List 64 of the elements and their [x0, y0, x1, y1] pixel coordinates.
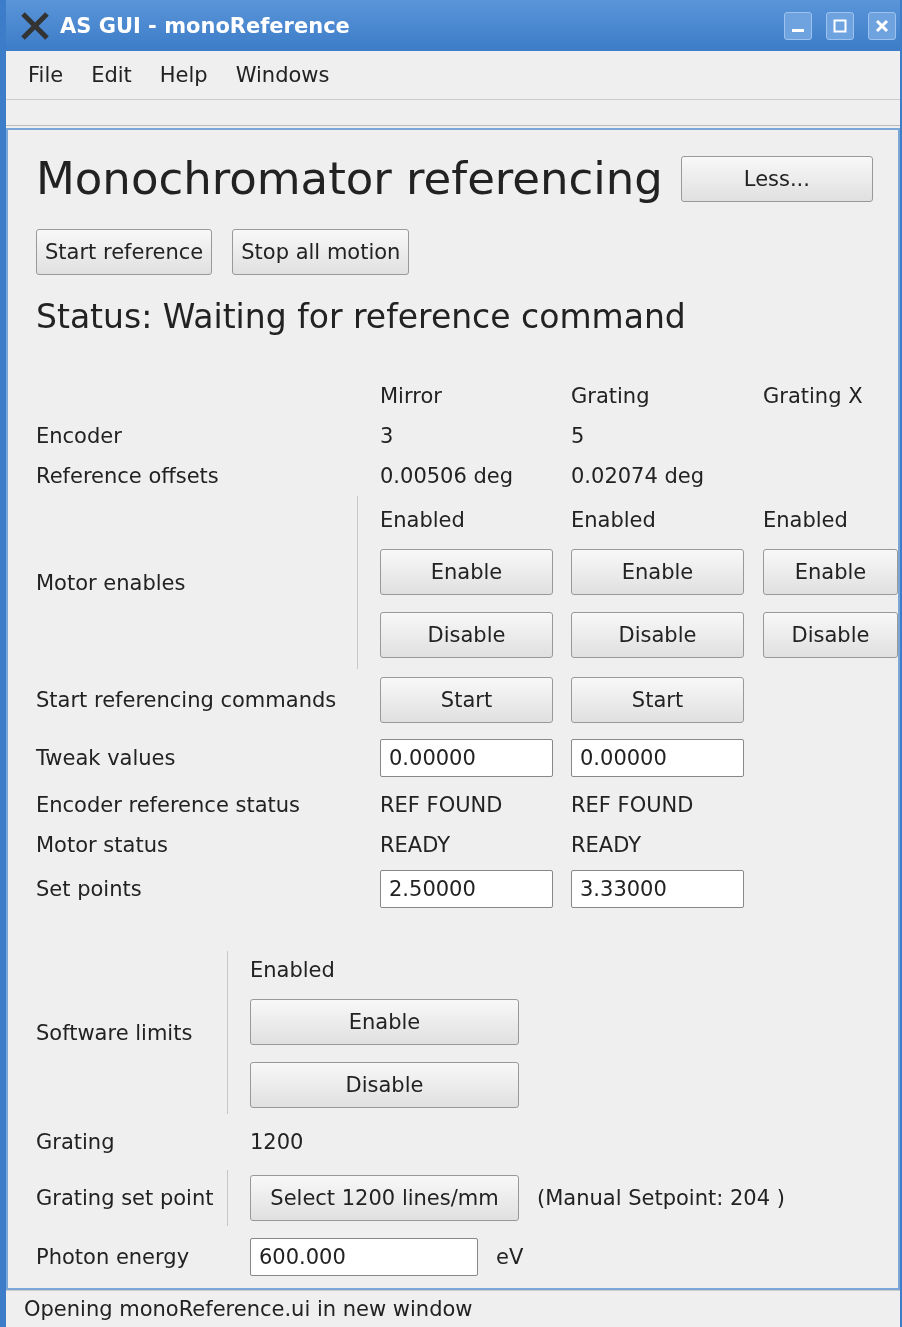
status-bar: Opening monoReference.ui in new window	[6, 1290, 900, 1327]
row-label: Start referencing commands	[36, 688, 337, 712]
value-text: 5	[571, 424, 585, 448]
row-label: Tweak values	[36, 746, 176, 770]
minimize-button[interactable]	[784, 11, 812, 40]
state-text: Enabled	[763, 507, 849, 532]
start-button[interactable]: Start	[380, 677, 553, 723]
state-text: Enabled	[250, 957, 336, 982]
value-field[interactable]: 0.00000	[380, 739, 553, 777]
row-label: Photon energy	[36, 1245, 190, 1269]
menu-item[interactable]: Edit	[79, 59, 144, 91]
x-logo-icon	[20, 10, 50, 41]
enable-button[interactable]: Enable	[763, 548, 898, 595]
action-button[interactable]: Start reference	[36, 229, 213, 275]
disable-button[interactable]: Disable	[380, 611, 553, 658]
row-label: Motor enables	[36, 570, 186, 595]
row-label: Motor status	[36, 833, 168, 857]
state-text: Enabled	[380, 507, 466, 532]
menu-item[interactable]: Help	[147, 59, 220, 91]
manual-setpoint-text: (Manual Setpoint: 204 )	[537, 1186, 785, 1210]
less-button[interactable]: Less...	[680, 155, 873, 202]
disable-button[interactable]: Disable	[250, 1061, 519, 1108]
value-field[interactable]: 0.00000	[571, 739, 744, 777]
action-button[interactable]: Stop all motion	[232, 229, 410, 275]
row-label: Reference offsets	[36, 464, 219, 488]
maximize-button[interactable]	[826, 11, 854, 40]
photon-energy-field[interactable]: 600.000	[250, 1238, 478, 1276]
disable-button[interactable]: Disable	[763, 611, 898, 658]
status-text: Status: Waiting for reference command	[36, 297, 687, 336]
value-text: 0.00506 deg	[380, 464, 514, 488]
state-text: Enabled	[571, 507, 657, 532]
menu-item[interactable]: File	[16, 59, 76, 91]
disable-button[interactable]: Disable	[571, 611, 744, 658]
menu-item[interactable]: Windows	[223, 59, 342, 91]
row-label: Grating set point	[36, 1186, 214, 1210]
value-field[interactable]: 2.50000	[380, 870, 553, 908]
row-label: Grating	[36, 1130, 115, 1154]
column-header: Grating	[571, 384, 650, 408]
row-label: Encoder	[36, 424, 122, 448]
value-field[interactable]: 3.33000	[571, 870, 744, 908]
value-text: 3	[380, 424, 394, 448]
row-label: Encoder reference status	[36, 793, 300, 817]
select-grating-button[interactable]: Select 1200 lines/mm	[250, 1175, 519, 1221]
column-header: Grating X	[763, 384, 863, 408]
row-label: Software limits	[36, 1020, 193, 1045]
row-label: Set points	[36, 877, 142, 901]
maximize-icon	[833, 18, 847, 33]
minimize-icon	[792, 28, 804, 32]
value-text: 1200	[250, 1130, 304, 1154]
window-title: AS GUI - monoReference	[60, 13, 351, 38]
close-button[interactable]	[868, 11, 896, 40]
close-icon	[875, 18, 889, 33]
start-button[interactable]: Start	[571, 677, 744, 723]
value-text: 0.02074 deg	[571, 464, 705, 488]
enable-button[interactable]: Enable	[571, 548, 744, 595]
value-text: REF FOUND	[380, 793, 503, 817]
unit-text: eV	[496, 1245, 524, 1269]
page-heading: Monochromator referencing	[36, 152, 663, 205]
enable-button[interactable]: Enable	[250, 998, 519, 1045]
value-text: READY	[380, 833, 451, 857]
enable-button[interactable]: Enable	[380, 548, 553, 595]
value-text: REF FOUND	[571, 793, 694, 817]
column-header: Mirror	[380, 384, 442, 408]
value-text: READY	[571, 833, 642, 857]
